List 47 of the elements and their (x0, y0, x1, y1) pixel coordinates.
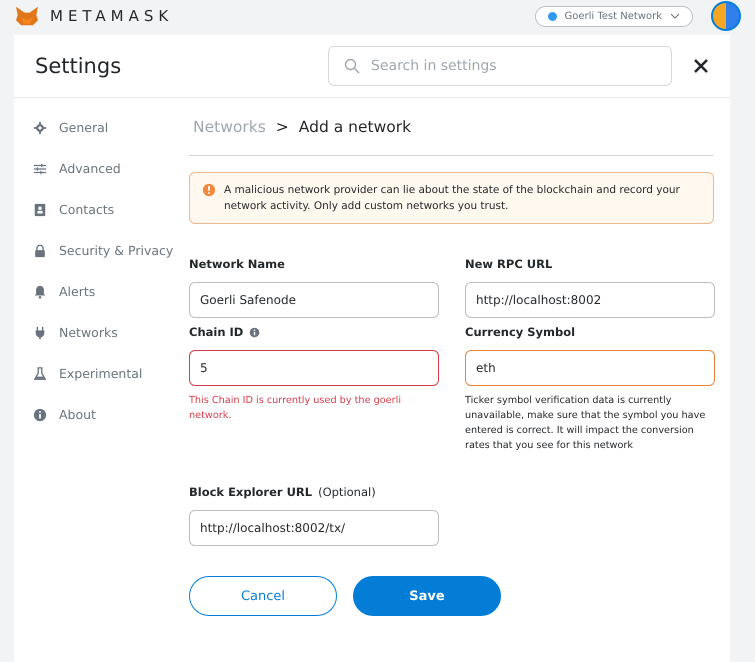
search-icon (344, 58, 360, 74)
cancel-button[interactable]: Cancel (189, 576, 337, 616)
caret-icon (670, 13, 680, 19)
sidebar-item[interactable]: About (14, 405, 189, 424)
search-field[interactable]: Search in settings (328, 46, 672, 86)
input-field[interactable]: 5 (189, 350, 439, 386)
sidebar-item[interactable]: Alerts (14, 282, 189, 301)
sidebar-item[interactable]: Networks (14, 323, 189, 342)
input-field[interactable]: http://localhost:8002 (465, 282, 715, 318)
sidebar-item[interactable]: Experimental (14, 364, 189, 383)
optional-label: (Optional) (318, 485, 376, 499)
error-message: This Chain ID is currently used by the goerli network. (189, 394, 402, 423)
close-icon[interactable] (694, 59, 708, 73)
breadcrumb-link[interactable]: Networks (193, 118, 266, 136)
info-icon (33, 408, 47, 422)
sidebar-item[interactable]: Advanced (14, 159, 189, 178)
bell-icon (33, 284, 47, 298)
field-label: Currency Symbol (465, 325, 576, 339)
warning-icon (202, 183, 216, 197)
save-button[interactable]: Save (353, 576, 501, 616)
flask-icon (33, 366, 47, 380)
helper-text: Ticker symbol verification data is currently unavailable, make sure that the symbol you have entered is correct. It will impact the conversion rates that you see for this network (465, 394, 706, 453)
contact-card-icon (33, 202, 47, 216)
field-label: New RPC URL (465, 257, 552, 271)
fox-logo-icon (14, 5, 40, 27)
sidebar-item[interactable]: Security & Privacy (14, 241, 189, 260)
field-label: Block Explorer URL (189, 485, 312, 499)
page-title: Settings (35, 54, 122, 78)
brand-name: METAMASK (50, 7, 174, 25)
input-field[interactable]: http://localhost:8002/tx/ (189, 510, 439, 546)
breadcrumb-separator: > (276, 118, 289, 136)
input-field[interactable]: Goerli Safenode (189, 282, 439, 318)
account-avatar[interactable] (711, 1, 741, 31)
plug-icon (33, 326, 47, 340)
breadcrumb-current: Add a network (298, 118, 412, 136)
info-icon[interactable] (249, 326, 260, 338)
input-field[interactable]: eth (465, 350, 715, 386)
lock-icon (33, 244, 47, 258)
status-dot (548, 12, 556, 20)
network-selector[interactable]: Goerli Test Network (534, 6, 693, 26)
warning-text: A malicious network provider can lie about the state of the blockchain and record your network activity. Only add custom networks you trust. (224, 183, 681, 214)
sidebar-item[interactable]: General (14, 118, 189, 137)
sliders-icon (33, 162, 47, 176)
gear-icon (33, 120, 47, 134)
field-label: Network Name (189, 257, 285, 271)
field-label: Chain ID (189, 325, 244, 339)
sidebar-item[interactable]: Contacts (14, 200, 189, 219)
